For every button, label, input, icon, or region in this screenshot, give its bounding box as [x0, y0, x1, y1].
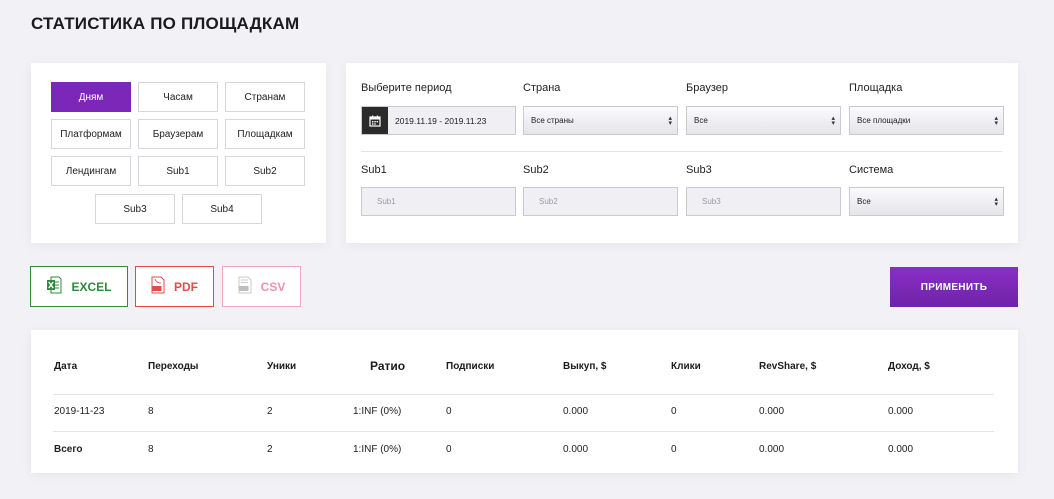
cell-clicks-through: 8	[148, 406, 154, 417]
cell-total-clicks: 0	[671, 444, 677, 455]
sub1-label: Sub1	[361, 164, 387, 176]
cell-ratio: 1:INF (0%)	[353, 406, 402, 417]
column-header-buyout: Выкуп, $	[563, 361, 607, 372]
cell-revshare: 0.000	[759, 406, 785, 417]
select-arrows-icon: ▴ ▾	[831, 114, 835, 127]
group-by-sub3-button[interactable]: Sub3	[95, 194, 175, 224]
site-select[interactable]: Все площадки ▴ ▾	[849, 106, 1004, 135]
column-header-income: Доход, $	[888, 361, 930, 372]
column-header-subscriptions: Подписки	[446, 361, 495, 372]
group-by-sites-button[interactable]: Площадкам	[225, 119, 305, 149]
column-header-uniques: Уники	[267, 361, 297, 372]
cell-total-ratio: 1:INF (0%)	[353, 444, 402, 455]
select-arrows-icon: ▴ ▾	[668, 114, 672, 127]
date-range-picker[interactable]: 2019.11.19 - 2019.11.23	[361, 106, 516, 135]
cell-total-clicks-through: 8	[148, 444, 154, 455]
apply-button[interactable]: ПРИМЕНИТЬ	[890, 267, 1018, 307]
browser-select-value: Все	[694, 116, 708, 125]
column-header-ratio: Ратио	[370, 359, 406, 373]
date-range-value: 2019.11.19 - 2019.11.23	[395, 115, 487, 126]
column-header-clicks: Клики	[671, 361, 701, 372]
column-header-clicks-through: Переходы	[148, 361, 199, 372]
group-by-panel: Дням Часам Странам Платформам Браузерам …	[31, 63, 326, 243]
sub2-label: Sub2	[523, 164, 549, 176]
export-pdf-label: PDF	[174, 279, 198, 294]
filter-divider	[361, 151, 1002, 152]
export-csv-button[interactable]: CSV	[222, 266, 301, 307]
group-by-sub4-button[interactable]: Sub4	[182, 194, 262, 224]
sub1-input[interactable]: Sub1	[361, 187, 516, 216]
stats-table: Дата Переходы Уники Ратио Подписки Выкуп…	[31, 330, 1018, 473]
cell-total-uniques: 2	[267, 444, 273, 455]
select-arrows-icon: ▴ ▾	[994, 114, 998, 127]
calendar-icon	[362, 107, 388, 134]
export-csv-label: CSV	[260, 279, 286, 294]
filter-panel: Выберите период Страна Браузер Площадка …	[346, 63, 1018, 243]
csv-file-icon	[238, 276, 252, 297]
country-select-value: Все страны	[531, 116, 574, 125]
row-divider	[53, 394, 994, 395]
system-label: Система	[849, 164, 894, 176]
sub2-input[interactable]: Sub2	[523, 187, 678, 216]
pdf-file-icon	[151, 276, 165, 297]
cell-date: 2019-11-23	[54, 406, 105, 417]
column-header-date: Дата	[54, 361, 78, 372]
site-label: Площадка	[849, 82, 903, 94]
browser-label: Браузер	[686, 82, 728, 94]
column-header-revshare: RevShare, $	[759, 361, 817, 372]
sub3-label: Sub3	[686, 164, 712, 176]
browser-select[interactable]: Все ▴ ▾	[686, 106, 841, 135]
group-by-hours-button[interactable]: Часам	[138, 82, 218, 112]
cell-income: 0.000	[888, 406, 914, 417]
export-excel-button[interactable]: EXCEL	[30, 266, 128, 307]
cell-total-label: Всего	[54, 444, 83, 455]
period-label: Выберите период	[361, 82, 452, 94]
export-excel-label: EXCEL	[71, 279, 112, 294]
country-label: Страна	[523, 82, 561, 94]
cell-subscriptions: 0	[446, 406, 452, 417]
group-by-days-button[interactable]: Дням	[51, 82, 131, 112]
cell-total-subscriptions: 0	[446, 444, 452, 455]
cell-uniques: 2	[267, 406, 273, 417]
select-arrows-icon: ▴ ▾	[994, 195, 998, 208]
cell-total-buyout: 0.000	[563, 444, 589, 455]
group-by-landings-button[interactable]: Лендингам	[51, 156, 131, 186]
page-title: СТАТИСТИКА ПО ПЛОЩАДКАМ	[31, 14, 300, 33]
group-by-sub1-button[interactable]: Sub1	[138, 156, 218, 186]
sub3-input[interactable]: Sub3	[686, 187, 841, 216]
group-by-countries-button[interactable]: Странам	[225, 82, 305, 112]
group-by-browsers-button[interactable]: Браузерам	[138, 119, 218, 149]
site-select-value: Все площадки	[857, 116, 911, 125]
cell-clicks: 0	[671, 406, 677, 417]
row-divider	[53, 431, 994, 432]
system-select[interactable]: Все ▴ ▾	[849, 187, 1004, 216]
cell-total-income: 0.000	[888, 444, 914, 455]
export-pdf-button[interactable]: PDF	[135, 266, 214, 307]
group-by-sub2-button[interactable]: Sub2	[225, 156, 305, 186]
cell-total-revshare: 0.000	[759, 444, 785, 455]
cell-buyout: 0.000	[563, 406, 589, 417]
group-by-platforms-button[interactable]: Платформам	[51, 119, 131, 149]
country-select[interactable]: Все страны ▴ ▾	[523, 106, 678, 135]
system-select-value: Все	[857, 197, 871, 206]
excel-file-icon	[46, 276, 62, 297]
